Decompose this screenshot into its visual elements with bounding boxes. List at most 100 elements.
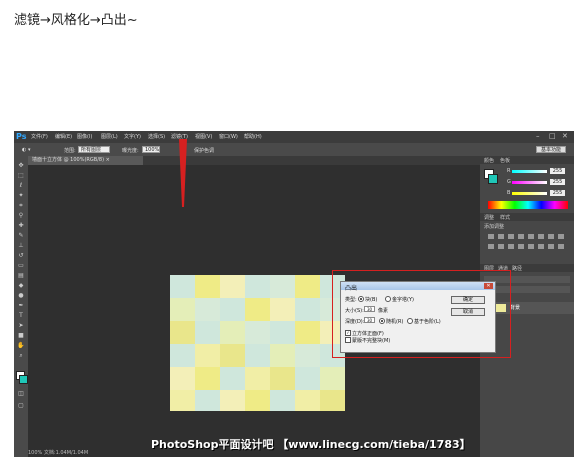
radio-random[interactable]: [379, 318, 385, 324]
adjustment-icon[interactable]: [558, 234, 564, 239]
canvas-tile: [245, 367, 270, 390]
panel-bg-swatch[interactable]: [488, 174, 498, 184]
zoom-tool-icon[interactable]: ⌕: [16, 352, 26, 359]
healing-tool-icon[interactable]: ✚: [16, 222, 26, 229]
ok-button[interactable]: 确定: [451, 296, 485, 304]
document-tab[interactable]: 墙面十立方体 @ 100%(RGB/8) ×: [28, 156, 143, 165]
adjustment-icon[interactable]: [548, 234, 554, 239]
protect-tones-label: 保护色调: [194, 148, 215, 154]
radio-block[interactable]: [358, 296, 364, 302]
canvas-image[interactable]: [170, 275, 345, 411]
dialog-close-icon[interactable]: ✕: [484, 283, 493, 289]
menu-edit[interactable]: 编辑(E): [55, 133, 72, 140]
adjustment-icon[interactable]: [498, 244, 504, 249]
slider-r[interactable]: [512, 170, 547, 173]
checkbox-solid-front[interactable]: ✓: [345, 330, 351, 336]
color-spectrum[interactable]: [488, 201, 568, 209]
slider-value-b[interactable]: 255: [550, 190, 565, 196]
adjustment-icon[interactable]: [558, 244, 564, 249]
tab-styles[interactable]: 样式: [500, 214, 510, 221]
pen-tool-icon[interactable]: ✒: [16, 302, 26, 309]
adjustment-icon[interactable]: [518, 244, 524, 249]
menu-file[interactable]: 文件(F): [31, 133, 48, 140]
quick-mask-icon[interactable]: ◫: [16, 390, 26, 397]
tool-preset-icon[interactable]: ◐ ▾: [22, 147, 30, 153]
adjustment-icon[interactable]: [488, 234, 494, 239]
menu-layer[interactable]: 图层(L): [101, 133, 118, 140]
blur-tool-icon[interactable]: ◆: [16, 282, 26, 289]
slider-b[interactable]: [512, 192, 547, 195]
adjustment-icon[interactable]: [528, 244, 534, 249]
size-input[interactable]: 30: [364, 306, 375, 312]
canvas-tile: [270, 390, 295, 411]
adjustment-icon[interactable]: [518, 234, 524, 239]
menu-select[interactable]: 选择(S): [148, 133, 165, 140]
type-tool-icon[interactable]: T: [16, 312, 26, 319]
adjustment-icon[interactable]: [528, 234, 534, 239]
slider-value-g[interactable]: 255: [550, 179, 565, 185]
cancel-button[interactable]: 取消: [451, 308, 485, 316]
move-tool-icon[interactable]: ✥: [16, 162, 26, 169]
canvas-tile: [220, 275, 245, 298]
adjustment-icon[interactable]: [488, 244, 494, 249]
crop-tool-icon[interactable]: ⌗: [16, 202, 26, 209]
radio-random-label[interactable]: 随机(R): [386, 318, 403, 325]
slider-value-r[interactable]: 255: [550, 168, 565, 174]
history-brush-icon[interactable]: ↺: [16, 252, 26, 259]
radio-block-label[interactable]: 块(B): [365, 296, 377, 303]
tab-color[interactable]: 颜色: [484, 157, 494, 164]
adjustment-icon[interactable]: [538, 234, 544, 239]
adjustment-icon[interactable]: [508, 244, 514, 249]
menu-window[interactable]: 窗口(W): [219, 133, 238, 140]
gradient-tool-icon[interactable]: ▤: [16, 272, 26, 279]
canvas-tile: [245, 390, 270, 411]
close-window-button[interactable]: ✕: [562, 132, 568, 140]
adjustment-icon[interactable]: [508, 234, 514, 239]
exposure-label: 曝光度:: [122, 148, 139, 154]
canvas-tile: [195, 275, 220, 298]
path-select-icon[interactable]: ➤: [16, 322, 26, 329]
canvas-tile: [245, 298, 270, 321]
adjustment-icon[interactable]: [498, 234, 504, 239]
workspace-select[interactable]: 基本功能: [536, 146, 566, 153]
eyedropper-tool-icon[interactable]: ⚲: [16, 212, 26, 219]
menu-view[interactable]: 视图(V): [195, 133, 212, 140]
marquee-tool-icon[interactable]: ⬚: [16, 172, 26, 179]
minimize-button[interactable]: –: [536, 132, 540, 140]
stamp-tool-icon[interactable]: ⊥: [16, 242, 26, 249]
radio-level-based[interactable]: [407, 318, 413, 324]
lasso-tool-icon[interactable]: ℓ: [16, 182, 26, 189]
magic-wand-tool-icon[interactable]: ✦: [16, 192, 26, 199]
checkbox-mask-incomplete-label[interactable]: 蒙版不完整块(M): [352, 337, 390, 344]
menu-type[interactable]: 文字(Y): [124, 133, 141, 140]
radio-pyramid[interactable]: [385, 296, 391, 302]
menu-help[interactable]: 帮助(H): [244, 133, 262, 140]
checkbox-mask-incomplete[interactable]: [345, 337, 351, 343]
radio-pyramid-label[interactable]: 金字塔(Y): [392, 296, 414, 303]
shape-tool-icon[interactable]: ■: [16, 332, 26, 339]
tab-swatches[interactable]: 色板: [500, 157, 510, 164]
dodge-tool-icon[interactable]: ●: [16, 292, 26, 299]
range-select[interactable]: 所有图层: [78, 146, 110, 153]
slider-g[interactable]: [512, 181, 547, 184]
brush-tool-icon[interactable]: ✎: [16, 232, 26, 239]
depth-input[interactable]: 30: [364, 317, 375, 323]
canvas-tile: [170, 344, 195, 367]
canvas-tile: [170, 275, 195, 298]
adjustment-icon[interactable]: [548, 244, 554, 249]
eraser-tool-icon[interactable]: ▭: [16, 262, 26, 269]
canvas-tile: [270, 367, 295, 390]
exposure-input[interactable]: 100%: [142, 146, 160, 153]
tab-adjustments[interactable]: 调整: [484, 214, 494, 221]
tab-paths[interactable]: 路径: [512, 265, 522, 272]
checkbox-solid-front-label[interactable]: 立方体正面(F): [352, 330, 384, 337]
screen-mode-icon[interactable]: ▢: [16, 402, 26, 409]
photoshop-window: Ps 文件(F) 编辑(E) 图像(I) 图层(L) 文字(Y) 选择(S) 滤…: [14, 131, 574, 457]
adjustment-icon[interactable]: [538, 244, 544, 249]
menu-image[interactable]: 图像(I): [77, 133, 92, 140]
background-color-swatch[interactable]: [19, 375, 28, 384]
hand-tool-icon[interactable]: ✋: [16, 342, 26, 349]
canvas-tile: [295, 321, 320, 344]
radio-level-based-label[interactable]: 基于色阶(L): [414, 318, 441, 325]
maximize-button[interactable]: □: [549, 132, 556, 140]
